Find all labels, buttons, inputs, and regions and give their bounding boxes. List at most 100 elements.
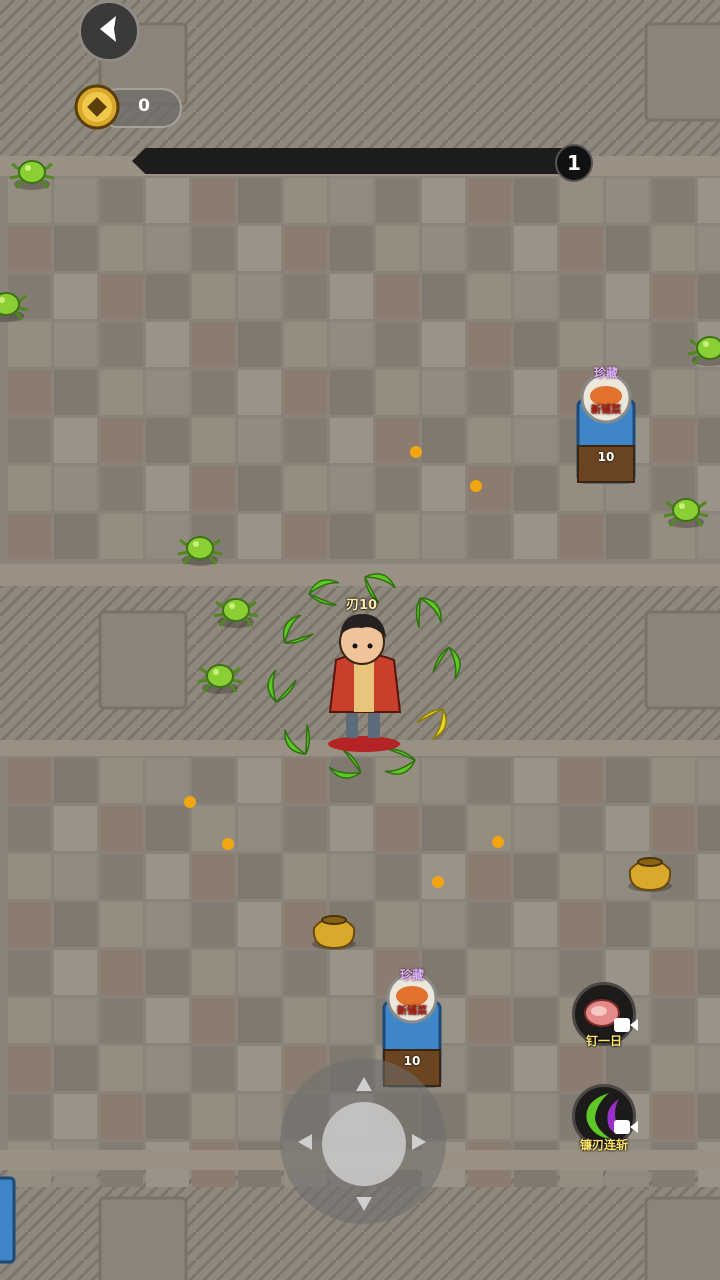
floor-tile [422, 514, 465, 559]
floor-tile [146, 806, 189, 851]
floor-tile [698, 370, 720, 415]
floor-tile [652, 178, 695, 223]
floor-tile [8, 514, 51, 559]
floor-tile [192, 950, 235, 995]
floor-tile [514, 514, 557, 559]
chest-item-name: 新铺菜 [591, 405, 621, 416]
floor-tile [146, 1046, 189, 1091]
floor-tile [514, 758, 557, 803]
floor-tile [146, 178, 189, 223]
floor-tile [514, 370, 557, 415]
floor-tile [376, 178, 419, 223]
floor-tile [284, 950, 327, 995]
floor-tile [422, 854, 465, 899]
floor-tile [468, 274, 511, 319]
floor-tile [8, 806, 51, 851]
floor-tile [146, 854, 189, 899]
floor-tile [560, 806, 603, 851]
floor-tile [54, 466, 97, 511]
floor-tile [698, 1094, 720, 1139]
floor-tile [514, 466, 557, 511]
floor-tile [284, 514, 327, 559]
floor-tile [100, 1046, 143, 1091]
floor-tile [54, 514, 97, 559]
back-button[interactable] [78, 0, 140, 62]
floor-tile [100, 806, 143, 851]
floor-tile [284, 998, 327, 1043]
floor-tile [560, 322, 603, 367]
floor-tile [54, 950, 97, 995]
floor-tile [468, 418, 511, 463]
floor-tile [192, 998, 235, 1043]
floor-tile [238, 1046, 281, 1091]
floor-tile [652, 950, 695, 995]
floor-tile [330, 998, 373, 1043]
floor-tile [284, 322, 327, 367]
exp-orb [432, 876, 444, 888]
floor-tile [146, 758, 189, 803]
floor-tile [376, 854, 419, 899]
floor-tile [422, 466, 465, 511]
floor-tile [146, 322, 189, 367]
floor-tile [376, 466, 419, 511]
floor-tile [100, 370, 143, 415]
floor-tile [698, 854, 720, 899]
floor-tile [54, 902, 97, 947]
floor-tile [468, 178, 511, 223]
floor-tile [330, 178, 373, 223]
floor-tile [8, 854, 51, 899]
floor-tile [284, 418, 327, 463]
floor-tile [422, 226, 465, 271]
floor-tile [8, 370, 51, 415]
floor-tile [284, 226, 327, 271]
floor-tile [376, 902, 419, 947]
floor-tile [698, 178, 720, 223]
floor-tile [652, 806, 695, 851]
floor-tile [330, 226, 373, 271]
floor-tile [560, 902, 603, 947]
floor-tile [652, 998, 695, 1043]
floor-tile [652, 274, 695, 319]
chest-count: 10 [597, 450, 615, 464]
floor-tile [560, 178, 603, 223]
joystick-knob[interactable] [322, 1102, 406, 1186]
floor-tile [100, 514, 143, 559]
floor-tile [376, 274, 419, 319]
chest-badge: 珍藏 [399, 968, 424, 982]
floor-tile [698, 1046, 720, 1091]
floor-tile [514, 950, 557, 995]
wave-progress-bar [132, 148, 577, 174]
floor-tile [330, 274, 373, 319]
floor-tile [8, 466, 51, 511]
floor-tile [192, 178, 235, 223]
floor-tile [284, 274, 327, 319]
floor-tile [652, 226, 695, 271]
floor-tile [284, 758, 327, 803]
floor-tile [8, 950, 51, 995]
floor-tile [192, 854, 235, 899]
floor-tile [54, 998, 97, 1043]
floor-tile [330, 950, 373, 995]
floor-tile [100, 322, 143, 367]
joystick-up-arrow-icon [356, 1076, 372, 1095]
floor-tile [698, 902, 720, 947]
floor-tile [514, 418, 557, 463]
floor-tile [54, 1094, 97, 1139]
floor-tile [376, 226, 419, 271]
floor-tile [652, 1046, 695, 1091]
floor-tile [514, 274, 557, 319]
floor-tile [100, 758, 143, 803]
floor-tile [330, 418, 373, 463]
floor-tile [284, 178, 327, 223]
floor-tile [652, 1094, 695, 1139]
floor-tile [514, 1094, 557, 1139]
floor-tile [100, 1094, 143, 1139]
floor-tile [606, 178, 649, 223]
floor-tile [8, 418, 51, 463]
floor-tile [54, 1046, 97, 1091]
floor-tile [468, 514, 511, 559]
floor-tile [468, 998, 511, 1043]
floor-tile [192, 1046, 235, 1091]
floor-tile [468, 902, 511, 947]
floor-tile [54, 322, 97, 367]
